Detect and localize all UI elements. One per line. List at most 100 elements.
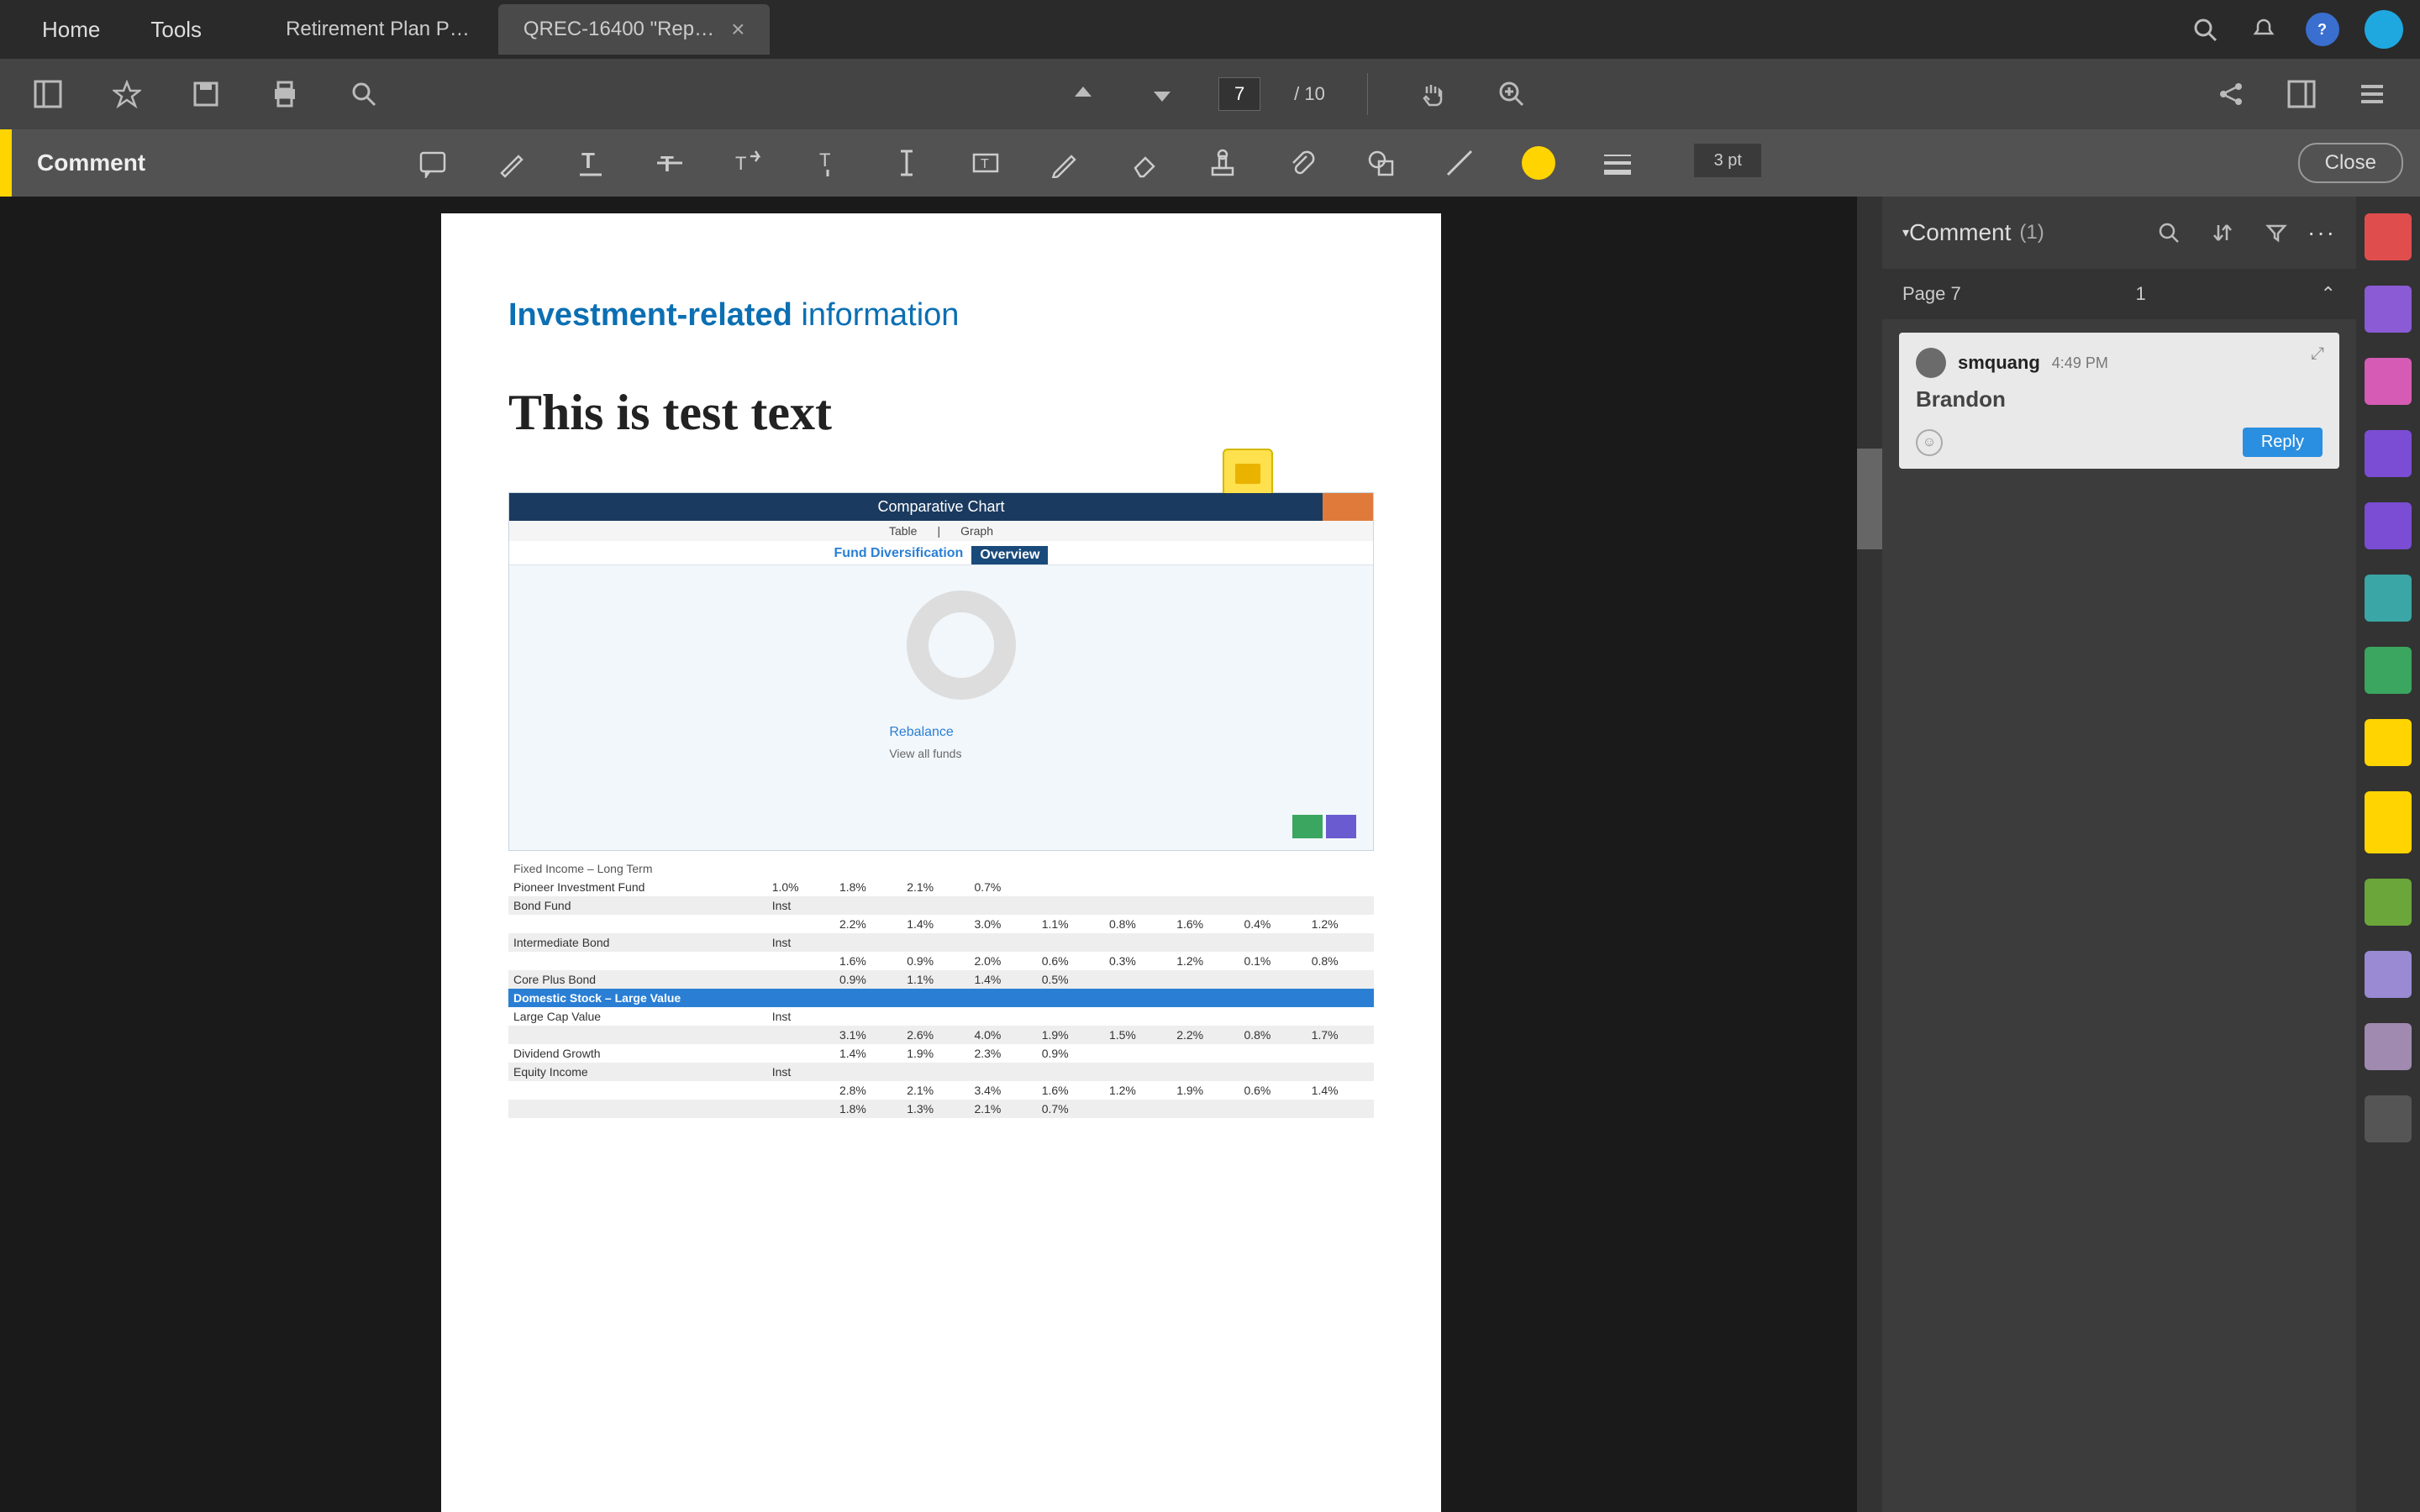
document-scrollbar[interactable]: [1857, 197, 1882, 1512]
share-icon[interactable]: [2208, 71, 2254, 117]
help-icon[interactable]: ?: [2306, 13, 2339, 46]
page-number-input[interactable]: [1218, 77, 1260, 111]
rail-tool-1-icon[interactable]: [2365, 213, 2412, 260]
table-cell: 1.2%: [1171, 952, 1239, 970]
comment-expand-icon[interactable]: ⤢: [2311, 344, 2324, 364]
doc-tab-1[interactable]: Retirement Plan P…: [260, 4, 495, 55]
table-cell: [1171, 896, 1239, 915]
rail-tool-11-icon[interactable]: [2365, 1023, 2412, 1070]
comment-card[interactable]: smquang 4:49 PM ⤢ Brandon ☺ Reply: [1899, 333, 2339, 469]
shapes-tool-icon[interactable]: [1361, 144, 1400, 182]
rail-tool-2-icon[interactable]: [2365, 286, 2412, 333]
table-cell: [1239, 1063, 1306, 1081]
table-cell: [834, 1007, 902, 1026]
table-cell: 3.0%: [969, 915, 1036, 933]
table-cell: [767, 1026, 834, 1044]
line-weight-icon[interactable]: [1598, 144, 1637, 182]
chart-viewall-link[interactable]: View all funds: [889, 747, 961, 760]
hand-tool-icon[interactable]: [1410, 71, 1455, 117]
attach-tool-icon[interactable]: [1282, 144, 1321, 182]
close-comment-toolbar-button[interactable]: Close: [2298, 143, 2403, 183]
draw-line-tool-icon[interactable]: [1440, 144, 1479, 182]
chart-badge-green-icon[interactable]: [1292, 815, 1323, 838]
menu-home[interactable]: Home: [17, 17, 125, 43]
menu-tools[interactable]: Tools: [125, 17, 227, 43]
close-tab-icon[interactable]: ×: [731, 16, 744, 43]
rail-comment-active-icon[interactable]: [2365, 791, 2412, 853]
panel-sort-icon[interactable]: [2208, 218, 2237, 247]
rail-tool-8-icon[interactable]: [2365, 719, 2412, 766]
eraser-tool-icon[interactable]: [1124, 144, 1163, 182]
stamp-tool-icon[interactable]: [1203, 144, 1242, 182]
sticky-note-tool-icon[interactable]: [413, 144, 452, 182]
sticky-note-icon[interactable]: [1223, 449, 1273, 499]
chart-header: Comparative Chart: [509, 493, 1373, 521]
table-cell: 1.4%: [969, 970, 1036, 989]
table-cell: [969, 933, 1036, 952]
rail-tool-6-icon[interactable]: [2365, 575, 2412, 622]
document-viewport[interactable]: Investment-related information This is t…: [0, 197, 1882, 1512]
rail-tool-4-icon[interactable]: [2365, 430, 2412, 477]
chart-badge-violet-icon[interactable]: [1326, 815, 1356, 838]
strikethrough-tool-icon[interactable]: T: [650, 144, 689, 182]
insert-text-tool-icon[interactable]: T: [808, 144, 847, 182]
table-cell: 1.8%: [834, 878, 902, 896]
table-cell: [1104, 1100, 1171, 1118]
text-caret-tool-icon[interactable]: [887, 144, 926, 182]
replace-text-tool-icon[interactable]: T: [729, 144, 768, 182]
save-icon[interactable]: [183, 71, 229, 117]
chart-tab-graph[interactable]: Graph: [960, 524, 993, 538]
table-cell: [508, 1026, 767, 1044]
comment-time: 4:49 PM: [2052, 354, 2108, 372]
find-icon[interactable]: [341, 71, 387, 117]
reply-button[interactable]: Reply: [2243, 428, 2323, 457]
print-tab-icon[interactable]: [1323, 493, 1373, 521]
rail-tool-10-icon[interactable]: [2365, 951, 2412, 998]
user-avatar[interactable]: [2365, 10, 2403, 49]
textbox-tool-icon[interactable]: T: [966, 144, 1005, 182]
chart-rebalance-link[interactable]: Rebalance: [889, 725, 954, 740]
color-swatch[interactable]: [1519, 144, 1558, 182]
doc-tab-2[interactable]: QREC-16400 "Rep… ×: [498, 4, 771, 55]
thread-chevron-icon[interactable]: ⌃: [2321, 283, 2336, 305]
table-cell: [969, 1007, 1036, 1026]
test-text-annotation[interactable]: This is test text: [508, 384, 1374, 442]
table-cell: 1.3%: [902, 1100, 969, 1118]
table-row: 2.8%2.1%3.4%1.6%1.2%1.9%0.6%1.4%: [508, 1081, 1374, 1100]
notifications-icon[interactable]: [2247, 13, 2281, 46]
rail-tool-3-icon[interactable]: [2365, 358, 2412, 405]
rail-tool-7-icon[interactable]: [2365, 647, 2412, 694]
panel-toggle-icon[interactable]: [2279, 71, 2324, 117]
zoom-select-icon[interactable]: [1489, 71, 1534, 117]
search-icon[interactable]: [2188, 13, 2222, 46]
print-icon[interactable]: [262, 71, 308, 117]
thread-header[interactable]: Page 7 1 ⌃: [1882, 269, 2356, 319]
table-cell: [834, 896, 902, 915]
page-down-icon[interactable]: [1139, 71, 1185, 117]
scrollbar-thumb[interactable]: [1857, 449, 1882, 549]
document-tabs: Retirement Plan P… QREC-16400 "Rep… ×: [260, 0, 773, 59]
chart-tab-table[interactable]: Table: [889, 524, 917, 538]
table-cell: [1239, 1044, 1306, 1063]
pencil-tool-icon[interactable]: [1045, 144, 1084, 182]
panel-filter-icon[interactable]: [2262, 218, 2291, 247]
overflow-icon[interactable]: [2349, 71, 2395, 117]
rail-tool-12-icon[interactable]: [2365, 1095, 2412, 1142]
rail-tool-5-icon[interactable]: [2365, 502, 2412, 549]
rail-tool-9-icon[interactable]: [2365, 879, 2412, 926]
line-weight-value[interactable]: 3 pt: [1694, 144, 1761, 177]
page-up-icon[interactable]: [1060, 71, 1106, 117]
table-cell: [1171, 1044, 1239, 1063]
panel-caret-icon[interactable]: ▾: [1902, 224, 1909, 241]
panel-search-icon[interactable]: [2154, 218, 2183, 247]
table-cell: [834, 1063, 902, 1081]
table-cell: [1104, 1007, 1171, 1026]
highlight-tool-icon[interactable]: [492, 144, 531, 182]
table-cell: [1037, 896, 1104, 915]
underline-tool-icon[interactable]: T: [571, 144, 610, 182]
table-cell: 2.1%: [902, 878, 969, 896]
sidebar-toggle-icon[interactable]: [25, 71, 71, 117]
star-icon[interactable]: [104, 71, 150, 117]
emoji-reaction-icon[interactable]: ☺: [1916, 429, 1943, 456]
panel-more-icon[interactable]: ···: [2307, 219, 2336, 246]
